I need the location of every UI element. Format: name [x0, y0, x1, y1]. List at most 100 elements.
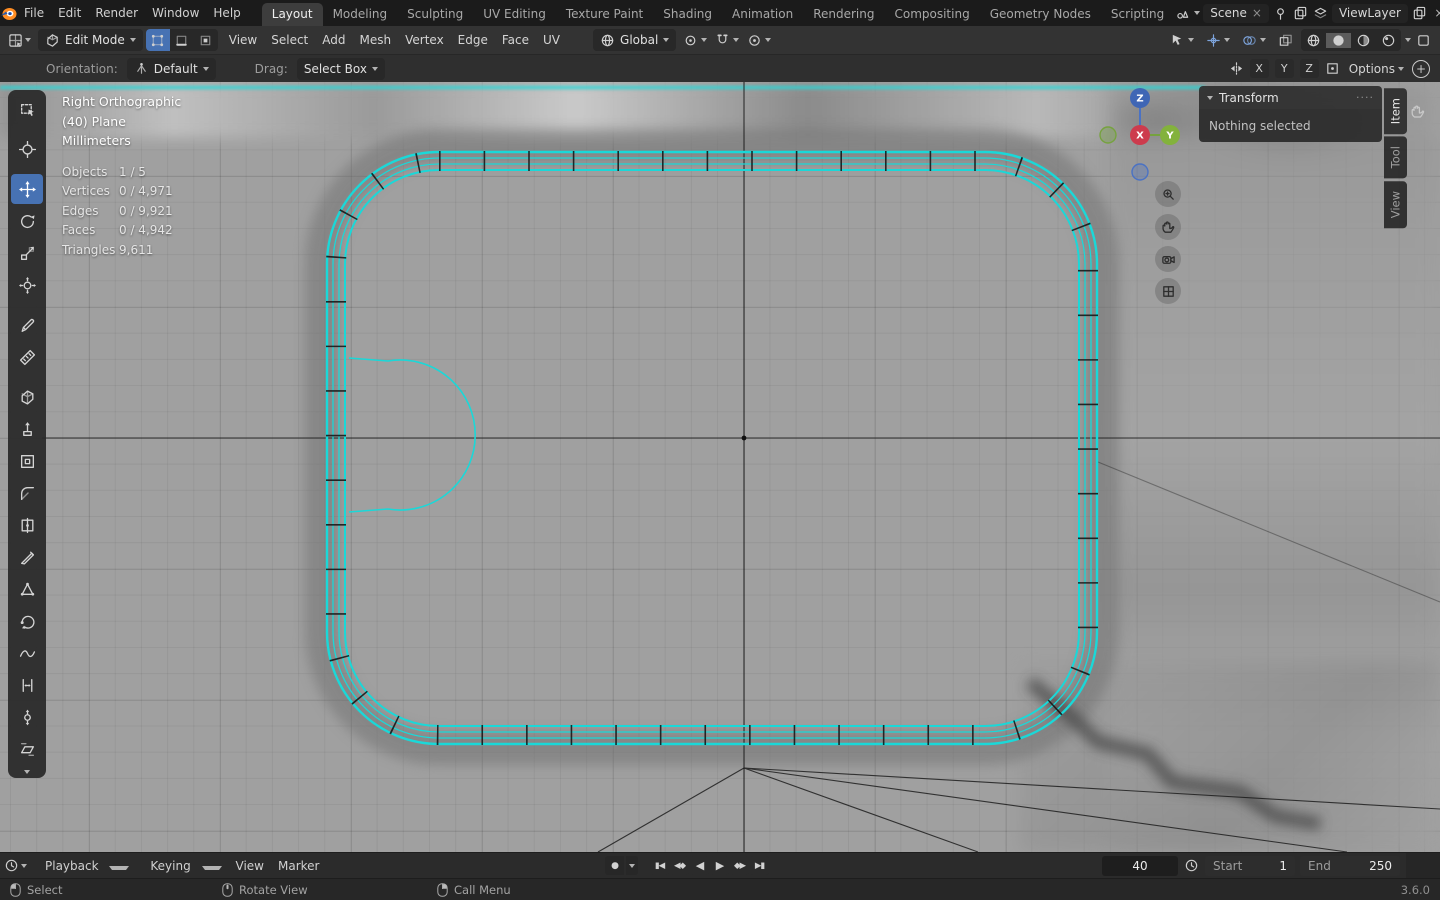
menu-edge[interactable]: Edge [451, 33, 495, 47]
mesh-track-edges[interactable] [325, 150, 1099, 746]
mirror-y-toggle[interactable]: Y [1274, 59, 1294, 78]
menu-uv[interactable]: UV [536, 33, 567, 47]
menu-keying[interactable]: Keying [136, 859, 228, 873]
tool-measure[interactable] [11, 342, 43, 372]
zoom-button[interactable] [1155, 181, 1181, 207]
mirror-x-toggle[interactable]: X [1249, 59, 1269, 78]
tool-annotate[interactable] [11, 310, 43, 340]
start-frame-field[interactable]: Start 1 [1205, 855, 1295, 876]
blender-logo-icon[interactable] [0, 6, 17, 21]
tool-add-cube[interactable] [11, 382, 43, 412]
transform-panel-header[interactable]: Transform ···· [1199, 86, 1382, 109]
shading-rendered-button[interactable] [1376, 33, 1401, 48]
tool-shear[interactable] [11, 734, 43, 764]
menu-add[interactable]: Add [315, 33, 352, 47]
perspective-toggle-button[interactable] [1155, 278, 1181, 304]
end-frame-field[interactable]: End 250 [1300, 855, 1400, 876]
menu-file[interactable]: File [17, 6, 51, 20]
editor-type-button[interactable] [4, 28, 35, 52]
menu-window[interactable]: Window [145, 6, 206, 20]
next-keyframe-button[interactable]: ◆▶ [730, 856, 749, 875]
tool-extrude-region[interactable] [11, 414, 43, 444]
shading-solid-button[interactable] [1326, 32, 1351, 48]
navigation-gizmo[interactable]: Z Y X [1098, 86, 1182, 187]
timeline-editor-type-button[interactable] [0, 854, 31, 878]
new-viewlayer-icon[interactable] [1411, 5, 1428, 22]
overlays-button[interactable] [1238, 29, 1270, 51]
tool-bevel[interactable] [11, 478, 43, 508]
tool-spin[interactable] [11, 606, 43, 636]
play-button[interactable]: ▶ [710, 856, 729, 875]
auto-keying-chevron-icon[interactable] [626, 856, 638, 875]
menu-marker[interactable]: Marker [271, 859, 326, 873]
select-mode-face[interactable] [194, 29, 218, 51]
options-dropdown[interactable]: Options [1345, 58, 1408, 80]
jump-to-end-button[interactable]: ▶▮ [750, 856, 769, 875]
mesh-arc-notch[interactable] [348, 357, 476, 513]
workspace-tab-sculpting[interactable]: Sculpting [397, 3, 473, 26]
menu-help[interactable]: Help [206, 6, 247, 20]
workspace-tab-rendering[interactable]: Rendering [803, 3, 884, 26]
menu-timeline-view[interactable]: View [229, 859, 271, 873]
tool-move[interactable] [11, 174, 43, 204]
new-scene-icon[interactable] [1292, 5, 1309, 22]
select-mode-edge[interactable] [170, 29, 194, 51]
tool-scale[interactable] [11, 238, 43, 268]
tool-inset-faces[interactable] [11, 446, 43, 476]
workspace-tab-shading[interactable]: Shading [653, 3, 722, 26]
menu-vertex[interactable]: Vertex [398, 33, 451, 47]
gizmo-neg-z[interactable] [1131, 163, 1149, 181]
scene-chevron-icon[interactable] [1194, 11, 1201, 15]
tool-smooth[interactable] [11, 638, 43, 668]
mirror-z-toggle[interactable]: Z [1299, 59, 1319, 78]
sidebar-tab-tool[interactable]: Tool [1384, 136, 1407, 179]
jump-to-start-button[interactable]: ▮◀ [650, 856, 669, 875]
menu-mesh[interactable]: Mesh [353, 33, 399, 47]
mode-selector[interactable]: Edit Mode [38, 29, 143, 51]
workspace-tab-texture-paint[interactable]: Texture Paint [556, 3, 653, 26]
orientation-setting-dropdown[interactable]: Default [126, 57, 216, 80]
proportional-editing-button[interactable] [743, 29, 775, 51]
sidebar-tab-item[interactable]: Item [1384, 88, 1407, 135]
scene-selector[interactable]: Scene × [1203, 3, 1269, 23]
transform-orientation-selector[interactable]: Global [593, 29, 677, 51]
scene-close-icon[interactable]: × [1252, 6, 1262, 20]
menu-playback[interactable]: Playback [31, 859, 136, 873]
workspace-tab-layout[interactable]: Layout [261, 3, 323, 26]
add-workspace-icon[interactable]: + [1412, 59, 1430, 78]
menu-render[interactable]: Render [88, 6, 145, 20]
sidebar-tab-view[interactable]: View [1384, 180, 1407, 228]
preview-range-clock-icon[interactable] [1183, 857, 1200, 874]
snap-button[interactable] [711, 29, 743, 51]
menu-select[interactable]: Select [264, 33, 315, 47]
pivot-point-button[interactable] [679, 29, 711, 51]
panel-grip-icon[interactable]: ···· [1356, 91, 1374, 104]
scene-browse-icon[interactable] [1174, 5, 1191, 22]
viewlayer-selector[interactable]: ViewLayer [1331, 3, 1408, 23]
prev-keyframe-button[interactable]: ◀◆ [670, 856, 689, 875]
tool-poly-build[interactable] [11, 574, 43, 604]
snap-base-icon[interactable] [1324, 60, 1341, 77]
current-frame-field[interactable]: 40 [1102, 855, 1178, 876]
tool-transform[interactable] [11, 270, 43, 300]
xray-toggle-button[interactable] [1274, 29, 1297, 51]
workspace-tab-scripting[interactable]: Scripting [1101, 3, 1174, 26]
tool-select-box[interactable] [11, 94, 43, 124]
menu-view[interactable]: View [222, 33, 264, 47]
show-gizmo-button[interactable] [1166, 29, 1198, 51]
workspace-tab-modeling[interactable]: Modeling [323, 3, 398, 26]
pin-scene-icon[interactable] [1272, 5, 1289, 22]
more-tools-icon[interactable] [24, 770, 30, 774]
workspace-tab-geometry-nodes[interactable]: Geometry Nodes [980, 3, 1101, 26]
tool-loop-cut[interactable] [11, 510, 43, 540]
select-mode-vertex[interactable] [145, 29, 170, 51]
mirror-icon[interactable] [1228, 60, 1245, 77]
auto-keying-button[interactable]: ● [605, 856, 624, 875]
tool-knife[interactable] [11, 542, 43, 572]
menu-face[interactable]: Face [495, 33, 536, 47]
menu-edit[interactable]: Edit [51, 6, 88, 20]
tool-edge-slide[interactable] [11, 670, 43, 700]
workspace-tab-uv-editing[interactable]: UV Editing [473, 3, 556, 26]
gizmo-neg-y[interactable] [1099, 126, 1117, 144]
play-reverse-button[interactable]: ◀ [690, 856, 709, 875]
